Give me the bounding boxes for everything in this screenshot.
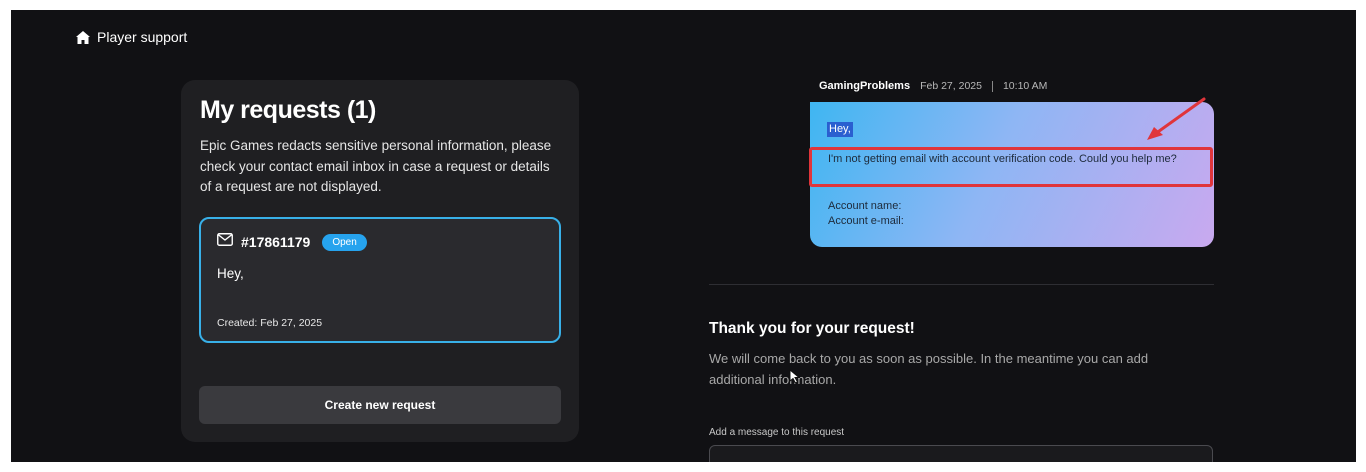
- create-new-request-button[interactable]: Create new request: [199, 386, 561, 424]
- annotation-arrow-icon: [1147, 97, 1206, 140]
- account-email-label: Account e-mail:: [828, 215, 904, 227]
- breadcrumb-label[interactable]: Player support: [97, 29, 187, 45]
- add-message-input[interactable]: [709, 445, 1213, 462]
- request-card[interactable]: #17861179 Open Hey, Created: Feb 27, 202…: [199, 217, 561, 343]
- add-message-label: Add a message to this request: [709, 427, 845, 438]
- message-meta: GamingProblems Feb 27, 2025 10:10 AM: [819, 80, 1047, 92]
- home-icon: [76, 30, 90, 44]
- status-badge: Open: [322, 233, 367, 251]
- meta-separator: [991, 80, 993, 92]
- message-author: GamingProblems: [819, 80, 911, 92]
- message-time: 10:10 AM: [1002, 80, 1048, 92]
- privacy-notice: Epic Games redacts sensitive personal in…: [200, 138, 552, 194]
- account-details: Account name: Account e-mail:: [828, 199, 904, 229]
- request-id: #17861179: [241, 234, 311, 250]
- request-header: #17861179 Open: [217, 233, 367, 251]
- thanks-text: We will come back to you as soon as poss…: [709, 351, 1149, 387]
- request-preview: Hey,: [217, 266, 244, 281]
- my-requests-panel: My requests (1) Epic Games redacts sensi…: [181, 80, 579, 442]
- request-created-date: Created: Feb 27, 2025: [217, 317, 323, 329]
- account-name-label: Account name:: [828, 200, 902, 212]
- message-greeting: Hey,: [827, 122, 853, 137]
- mouse-cursor-icon: [789, 369, 800, 384]
- app-window: Player support My requests (1) Epic Game…: [11, 10, 1356, 462]
- section-divider: [709, 284, 1214, 285]
- message-body: I'm not getting email with account verif…: [828, 153, 1177, 165]
- page-title: My requests (1): [200, 96, 376, 124]
- thanks-heading: Thank you for your request!: [709, 320, 915, 337]
- mail-icon: [217, 233, 233, 251]
- message-date: Feb 27, 2025: [920, 80, 982, 92]
- breadcrumb[interactable]: Player support: [76, 29, 187, 45]
